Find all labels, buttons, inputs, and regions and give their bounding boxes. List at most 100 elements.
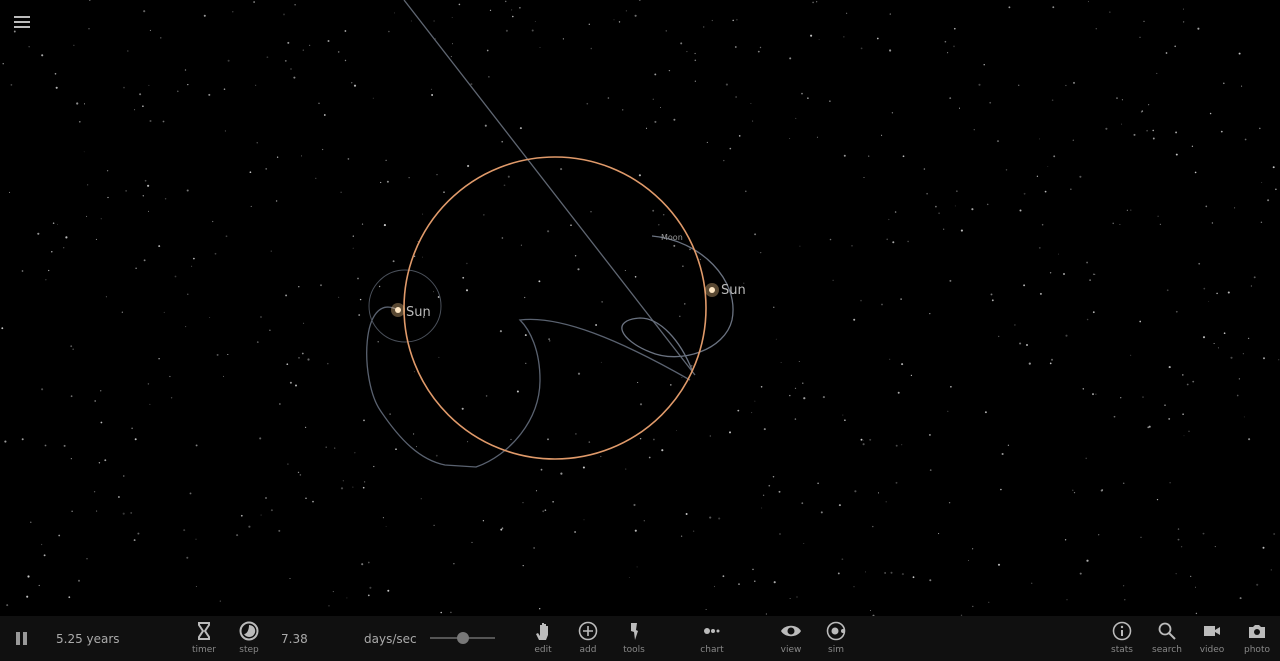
star xyxy=(638,174,641,177)
star xyxy=(654,120,657,123)
star xyxy=(170,397,173,399)
star xyxy=(890,571,893,574)
star xyxy=(669,384,672,386)
star xyxy=(778,490,781,493)
star xyxy=(1122,482,1125,484)
info-icon xyxy=(1112,621,1132,641)
star xyxy=(789,138,791,140)
star xyxy=(652,209,655,212)
star xyxy=(185,326,187,328)
star xyxy=(386,180,389,183)
star xyxy=(789,394,791,397)
star xyxy=(30,521,32,523)
sim-button[interactable]: sim xyxy=(814,620,858,655)
star xyxy=(321,148,324,151)
star xyxy=(891,112,894,114)
star xyxy=(752,120,754,122)
star xyxy=(389,413,391,415)
star xyxy=(947,52,949,54)
star xyxy=(511,9,513,11)
star xyxy=(1142,396,1144,398)
star xyxy=(1180,546,1183,548)
star xyxy=(803,543,805,544)
step-button[interactable]: step xyxy=(227,620,271,655)
star xyxy=(820,511,823,514)
star xyxy=(73,44,75,46)
star xyxy=(761,507,763,509)
star xyxy=(385,159,387,161)
video-button[interactable]: video xyxy=(1190,620,1234,655)
star xyxy=(862,443,865,446)
star xyxy=(367,594,370,597)
star xyxy=(1216,292,1218,295)
star xyxy=(1238,52,1241,55)
star xyxy=(373,465,375,468)
star xyxy=(929,469,932,471)
star xyxy=(799,245,801,247)
star xyxy=(1116,97,1118,99)
star xyxy=(28,46,30,48)
star xyxy=(88,28,90,30)
timer-button[interactable]: timer xyxy=(182,620,226,655)
star xyxy=(989,101,992,104)
star xyxy=(174,275,177,278)
star xyxy=(956,190,958,192)
star xyxy=(51,251,53,253)
star xyxy=(307,358,310,361)
star xyxy=(694,59,697,62)
star xyxy=(1243,416,1245,418)
star xyxy=(1272,166,1275,169)
star xyxy=(265,497,267,499)
star xyxy=(789,597,791,599)
star xyxy=(877,492,880,494)
star xyxy=(601,301,603,303)
star xyxy=(711,19,713,22)
photo-button[interactable]: photo xyxy=(1235,620,1279,655)
chart-button[interactable]: chart xyxy=(690,620,734,655)
pause-button[interactable] xyxy=(16,632,28,645)
star xyxy=(148,210,150,212)
star xyxy=(709,516,712,519)
star xyxy=(929,579,932,582)
star xyxy=(1092,273,1095,275)
star xyxy=(1143,20,1145,23)
star xyxy=(679,315,681,318)
star xyxy=(318,102,320,105)
star xyxy=(191,265,193,267)
star xyxy=(902,155,905,158)
star xyxy=(1119,224,1121,226)
speed-value[interactable]: 7.38 xyxy=(281,632,308,646)
search-button[interactable]: search xyxy=(1145,620,1189,655)
star xyxy=(534,21,536,23)
star xyxy=(538,280,541,283)
star xyxy=(65,236,68,239)
star xyxy=(2,63,4,65)
add-button[interactable]: add xyxy=(566,620,610,655)
menu-button[interactable] xyxy=(14,14,30,30)
speed-unit[interactable]: days/sec xyxy=(364,632,417,646)
star xyxy=(660,107,661,108)
star xyxy=(807,97,809,99)
star xyxy=(953,27,956,30)
sun-label-2[interactable]: Sun xyxy=(721,283,746,298)
speed-slider[interactable] xyxy=(430,632,495,644)
tools-button[interactable]: tools xyxy=(612,620,656,655)
star xyxy=(675,430,677,431)
sun-label-1[interactable]: Sun xyxy=(406,305,431,320)
star xyxy=(759,46,762,49)
star xyxy=(212,220,214,223)
star xyxy=(949,97,952,99)
view-button[interactable]: view xyxy=(769,620,813,655)
simulation-viewport[interactable]: Sun Sun Moon xyxy=(0,0,1280,661)
moon-label[interactable]: Moon xyxy=(661,233,683,242)
star xyxy=(865,571,866,573)
edit-button[interactable]: edit xyxy=(521,620,565,655)
star xyxy=(846,12,848,14)
star xyxy=(139,93,142,96)
star xyxy=(1182,413,1184,416)
star xyxy=(1174,45,1176,48)
star xyxy=(535,490,538,492)
star xyxy=(177,90,179,93)
speed-slider-knob[interactable] xyxy=(456,632,469,644)
stats-button[interactable]: stats xyxy=(1100,620,1144,655)
